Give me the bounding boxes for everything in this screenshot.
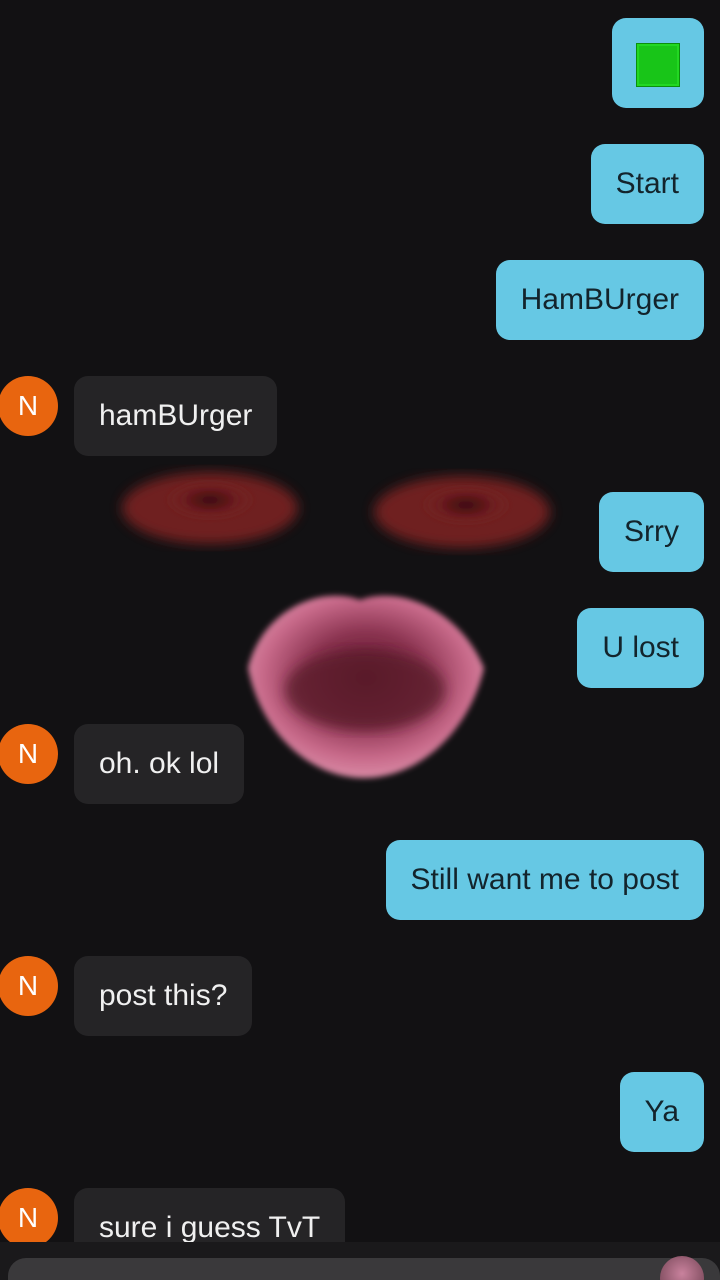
- chat-screen: Start HamBUrger N hamBUrger Srry U lost …: [0, 0, 720, 1280]
- message-bubble-received[interactable]: oh. ok lol: [74, 724, 245, 804]
- contact-avatar[interactable]: N: [0, 724, 58, 784]
- message-bubble-sent[interactable]: Start: [590, 144, 704, 224]
- message-bubble-received[interactable]: post this?: [74, 956, 253, 1036]
- message-bubble-sent[interactable]: Srry: [599, 492, 704, 572]
- message-text: Still want me to post: [410, 863, 679, 896]
- message-text: Ya: [644, 1095, 679, 1128]
- contact-avatar[interactable]: N: [0, 956, 58, 1016]
- message-bubble-sent[interactable]: Still want me to post: [385, 840, 704, 920]
- message-text: sure i guess TvT: [99, 1211, 321, 1244]
- lips-shape: [248, 595, 484, 778]
- contact-avatar[interactable]: N: [0, 376, 58, 436]
- message-text: hamBUrger: [99, 399, 253, 432]
- green-square-icon: [636, 43, 680, 87]
- message-text: post this?: [99, 979, 228, 1012]
- message-text: Start: [615, 167, 679, 200]
- message-bubble-sent[interactable]: HamBUrger: [495, 260, 704, 340]
- contact-avatar[interactable]: N: [0, 1188, 58, 1248]
- left-eye-shape: [122, 472, 298, 544]
- message-text: oh. ok lol: [99, 747, 220, 780]
- message-bubble-sent[interactable]: U lost: [577, 608, 704, 688]
- message-text: U lost: [602, 631, 679, 664]
- right-eye-shape: [374, 476, 550, 548]
- message-text: Srry: [624, 515, 679, 548]
- message-input[interactable]: [8, 1258, 720, 1280]
- message-bubble-received[interactable]: hamBUrger: [74, 376, 278, 456]
- message-bubble-emoji[interactable]: [612, 18, 704, 108]
- message-text: HamBUrger: [520, 283, 679, 316]
- message-bubble-sent[interactable]: Ya: [619, 1072, 704, 1152]
